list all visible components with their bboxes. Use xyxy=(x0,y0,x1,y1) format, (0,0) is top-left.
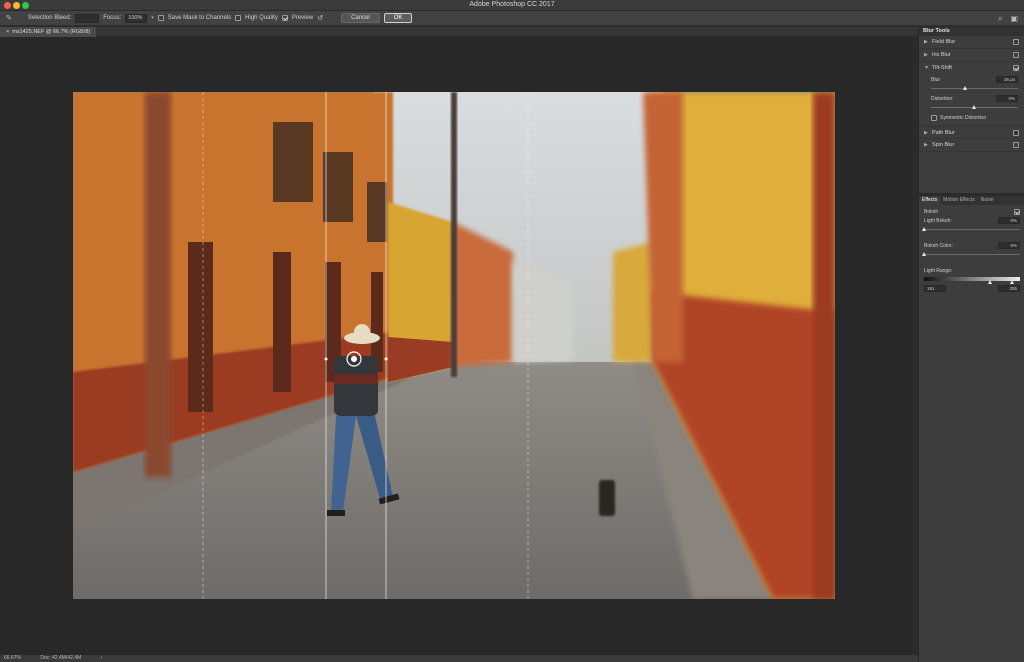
canvas-area[interactable] xyxy=(0,37,912,655)
document-tab-title: ms1425.NEF @ 66.7% (RGB/8) xyxy=(12,29,91,35)
blur-item-path-blur[interactable]: ▶ Path Blur xyxy=(919,126,1024,139)
bokeh-color-field[interactable]: 0% xyxy=(998,242,1020,249)
expand-arrow-icon[interactable]: ▶ xyxy=(924,36,928,49)
status-bar: 66.67% Doc: 42.4M/42.4M › xyxy=(0,655,918,662)
tab-effects[interactable]: Effects xyxy=(919,196,941,205)
light-bokeh-label: Light Bokeh: xyxy=(924,217,952,224)
collapse-arrow-icon[interactable]: ▼ xyxy=(924,62,929,75)
zoom-readout[interactable]: 66.67% xyxy=(4,655,21,661)
path-blur-checkbox[interactable] xyxy=(1013,130,1019,136)
effects-controls: Bokeh Light Bokeh: 0% Bokeh Color: 0% Li… xyxy=(919,205,1024,292)
focus-label: Focus: xyxy=(103,15,122,21)
light-range-low-field[interactable]: 191 xyxy=(924,285,946,292)
symmetric-distortion-checkbox[interactable] xyxy=(931,114,937,121)
tab-noise[interactable]: Noise xyxy=(978,196,997,205)
preview-checkbox[interactable] xyxy=(281,15,288,21)
distortion-slider-thumb[interactable] xyxy=(972,105,976,109)
selection-bleed-label: Selection Bleed: xyxy=(27,15,72,21)
distortion-label: Distortion: xyxy=(931,95,954,102)
focus-dropdown-icon[interactable]: ▾ xyxy=(151,15,154,21)
bokeh-color-slider[interactable] xyxy=(921,250,1020,260)
workspace-icon[interactable]: ▣ xyxy=(1010,14,1018,24)
blur-tools-header: Blur Tools xyxy=(919,27,1024,36)
light-range-label: Light Range: xyxy=(924,267,953,274)
selection-bleed-field[interactable] xyxy=(75,13,100,23)
blur-item-label: Spin Blur xyxy=(932,142,955,148)
blur-tool-icon[interactable]: ✎ xyxy=(6,14,12,22)
symmetric-distortion-label: Symmetric Distortion xyxy=(940,114,987,121)
status-menu-icon[interactable]: › xyxy=(101,655,103,661)
effects-tab-bar: Effects Motion Effects Noise xyxy=(919,196,1024,205)
field-blur-checkbox[interactable] xyxy=(1013,39,1019,45)
doc-size-readout: Doc: 42.4M/42.4M xyxy=(40,655,82,661)
focus-field[interactable]: 100% xyxy=(125,13,148,23)
photo-illustration xyxy=(73,92,835,599)
bokeh-checkbox[interactable] xyxy=(1014,208,1020,215)
iris-blur-checkbox[interactable] xyxy=(1013,52,1019,58)
bokeh-color-label: Bokeh Color: xyxy=(924,242,953,249)
distortion-field[interactable]: 0% xyxy=(996,95,1018,102)
tilt-shift-checkbox[interactable] xyxy=(1013,65,1019,71)
tab-motion-effects[interactable]: Motion Effects xyxy=(940,196,978,205)
spin-blur-checkbox[interactable] xyxy=(1013,142,1019,148)
blur-item-iris-blur[interactable]: ▶ Iris Blur xyxy=(919,49,1024,62)
tilt-shift-controls: Blur: 36 px Distortion: 0% Symmetric Dis… xyxy=(919,75,1024,126)
blur-item-label: Field Blur xyxy=(932,39,956,45)
bokeh-color-slider-thumb[interactable] xyxy=(921,252,926,256)
save-mask-checkbox[interactable] xyxy=(157,15,164,21)
expand-arrow-icon[interactable]: ▶ xyxy=(924,49,928,62)
preview-label: Preview xyxy=(291,15,314,21)
options-bar: ✎ Selection Bleed: Focus: 100% ▾ Save Ma… xyxy=(0,11,1024,26)
blur-gallery-panel: Blur Tools ▶ Field Blur ▶ Iris Blur ▼ Ti… xyxy=(918,27,1024,662)
document-tab[interactable]: × ms1425.NEF @ 66.7% (RGB/8) xyxy=(0,27,97,37)
light-range-high-field[interactable]: 255 xyxy=(998,285,1020,292)
light-bokeh-field[interactable]: 0% xyxy=(998,217,1020,224)
blur-item-spin-blur[interactable]: ▶ Spin Blur xyxy=(919,139,1024,152)
blur-slider-thumb[interactable] xyxy=(963,86,968,90)
blur-amount-field[interactable]: 36 px xyxy=(996,76,1018,83)
photo-street-scene[interactable] xyxy=(73,92,835,599)
high-quality-checkbox[interactable] xyxy=(235,15,242,21)
blur-item-field-blur[interactable]: ▶ Field Blur xyxy=(919,36,1024,49)
cancel-button[interactable]: Cancel xyxy=(341,13,380,23)
light-bokeh-slider[interactable] xyxy=(921,225,1020,235)
light-range-high-thumb[interactable] xyxy=(1010,280,1014,284)
light-range-low-thumb[interactable] xyxy=(988,280,992,284)
blur-item-label: Path Blur xyxy=(932,130,955,136)
save-mask-label: Save Mask to Channels xyxy=(167,15,232,21)
title-bar: Adobe Photoshop CC 2017 xyxy=(0,0,1024,11)
search-icon[interactable]: ⌕ xyxy=(998,14,1002,24)
light-range-gradient[interactable] xyxy=(924,277,1020,284)
expand-arrow-icon[interactable]: ▶ xyxy=(924,139,928,152)
document-tab-bar: × ms1425.NEF @ 66.7% (RGB/8) xyxy=(0,27,918,37)
blur-item-label: Tilt-Shift xyxy=(932,65,952,71)
light-bokeh-slider-thumb[interactable] xyxy=(921,227,926,231)
blur-amount-slider[interactable] xyxy=(931,84,1018,94)
reset-icon[interactable]: ↺ xyxy=(317,14,323,22)
blur-item-tilt-shift[interactable]: ▼ Tilt-Shift xyxy=(919,62,1024,75)
bokeh-label: Bokeh xyxy=(924,208,939,215)
ok-button[interactable]: OK xyxy=(383,13,413,23)
high-quality-label: High Quality xyxy=(245,15,278,21)
blur-item-label: Iris Blur xyxy=(932,52,951,58)
close-tab-icon[interactable]: × xyxy=(6,29,9,35)
distortion-slider[interactable] xyxy=(931,103,1018,113)
blur-amount-label: Blur: xyxy=(931,76,942,83)
app-title: Adobe Photoshop CC 2017 xyxy=(469,1,555,8)
